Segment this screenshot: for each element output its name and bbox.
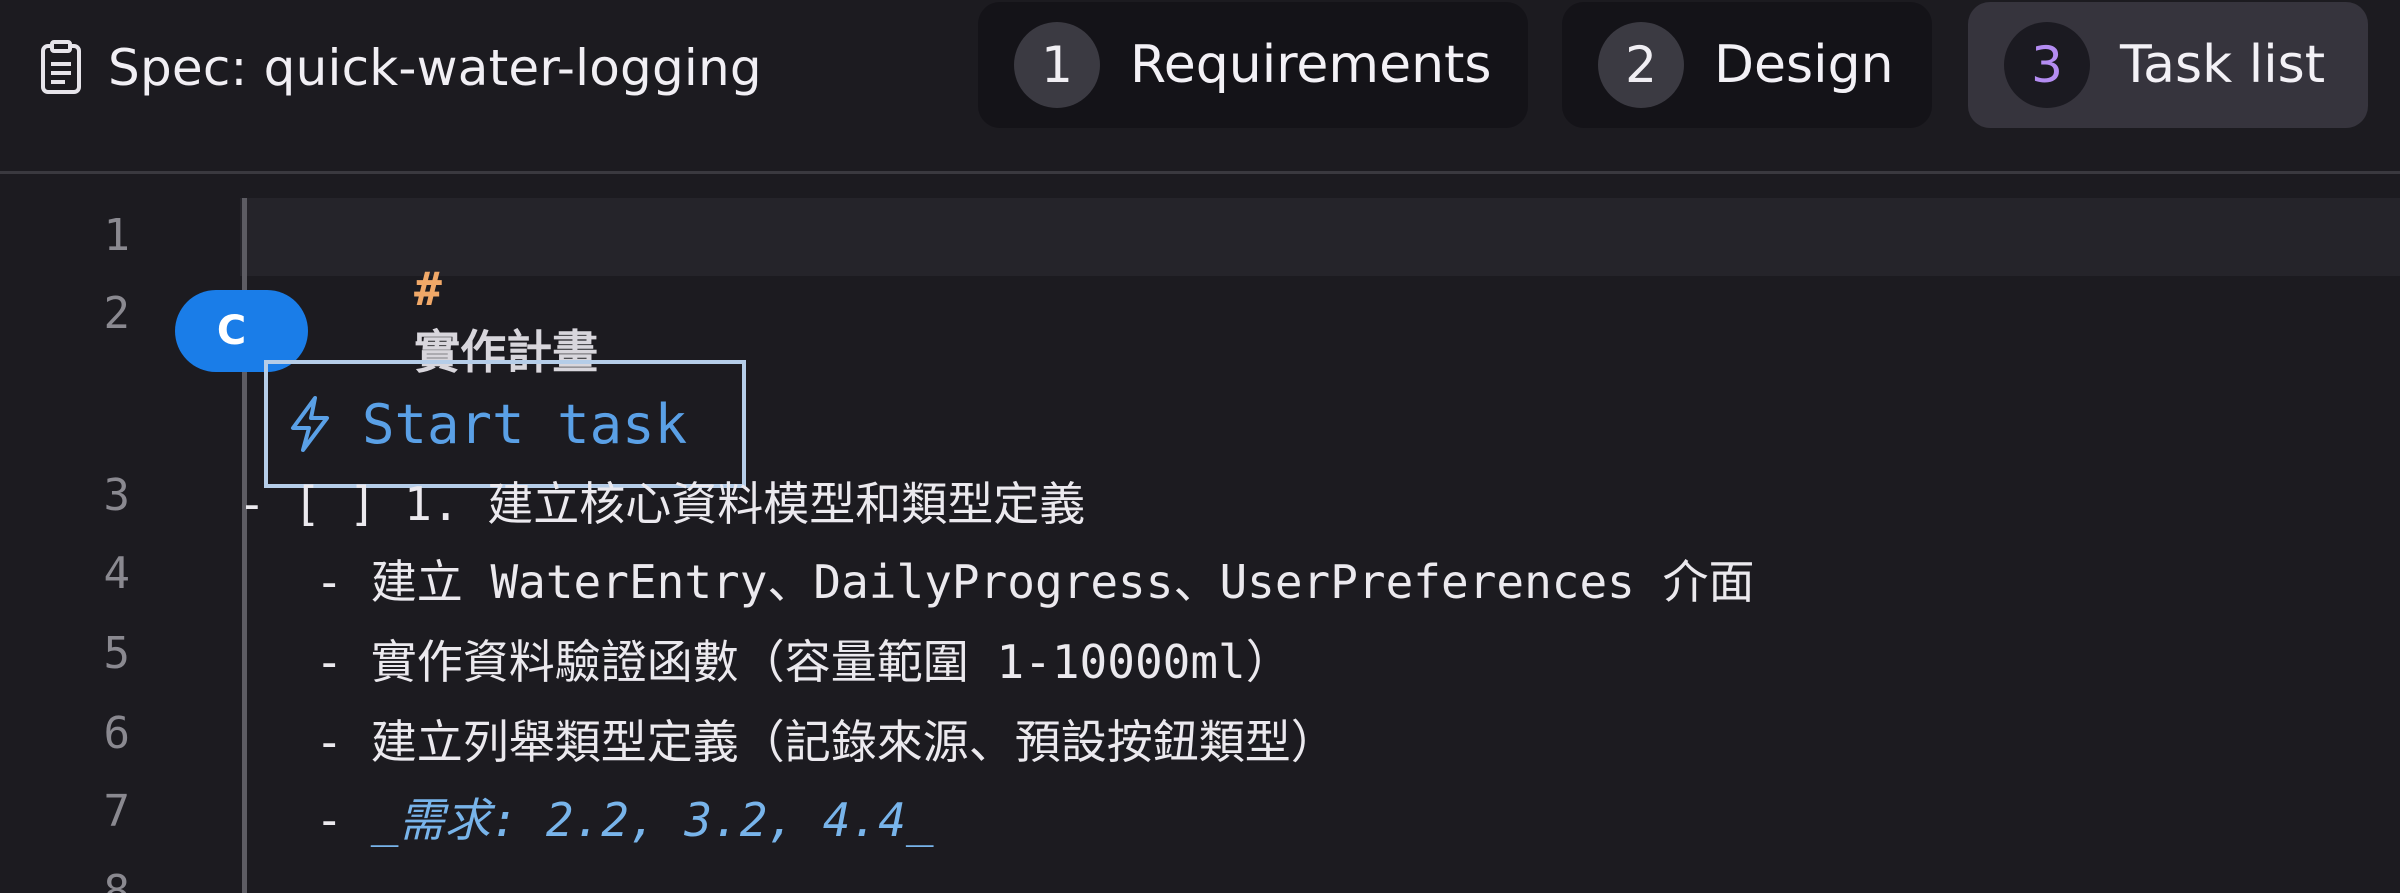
tab-number: 3 xyxy=(2004,22,2090,108)
spec-editor-window: Spec: quick-water-logging 1 Requirements… xyxy=(0,0,2400,893)
code-line-5: - 實作資料驗證函數（容量範圍 1-10000ml） xyxy=(260,635,1292,689)
line-number: 5 xyxy=(103,628,131,679)
start-task-label: Start task xyxy=(362,392,688,456)
line-number: 4 xyxy=(103,548,131,599)
code-editor[interactable]: 1 2 3 4 5 6 7 8 # 實作計畫 C Start task - [ … xyxy=(0,174,2400,893)
spec-title-text: Spec: quick-water-logging xyxy=(108,39,762,97)
line-number: 7 xyxy=(103,786,131,837)
tab-number: 2 xyxy=(1598,22,1684,108)
lightning-icon xyxy=(280,392,340,456)
tab-label: Design xyxy=(1714,35,1894,95)
line-number: 2 xyxy=(103,288,131,339)
line-number: 8 xyxy=(103,866,131,893)
line-number: 6 xyxy=(103,708,131,759)
document-icon xyxy=(36,38,86,98)
line-number: 3 xyxy=(103,470,131,521)
tab-number: 1 xyxy=(1014,22,1100,108)
code-line-7: - _需求: 2.2, 3.2, 4.4_ xyxy=(260,784,934,850)
line-prefix: - xyxy=(260,793,371,847)
code-line-3: - [ ] 1. 建立核心資料模型和類型定義 xyxy=(238,477,1086,531)
tab-label: Task list xyxy=(2120,35,2326,95)
code-line-6: - 建立列舉類型定義（記錄來源、預設按鈕類型） xyxy=(260,715,1337,769)
tab-requirements[interactable]: 1 Requirements xyxy=(978,2,1528,128)
heading-marker: # xyxy=(414,262,442,316)
line-number: 1 xyxy=(103,210,131,261)
tab-task-list[interactable]: 3 Task list xyxy=(1968,2,2368,128)
tab-label: Requirements xyxy=(1130,35,1492,95)
spec-title: Spec: quick-water-logging xyxy=(36,28,762,108)
requirements-reference: _需求: 2.2, 3.2, 4.4_ xyxy=(370,793,934,847)
spec-header: Spec: quick-water-logging 1 Requirements… xyxy=(0,0,2400,174)
code-line-4: - 建立 WaterEntry、DailyProgress、UserPrefer… xyxy=(260,555,1755,609)
tab-design[interactable]: 2 Design xyxy=(1562,2,1932,128)
